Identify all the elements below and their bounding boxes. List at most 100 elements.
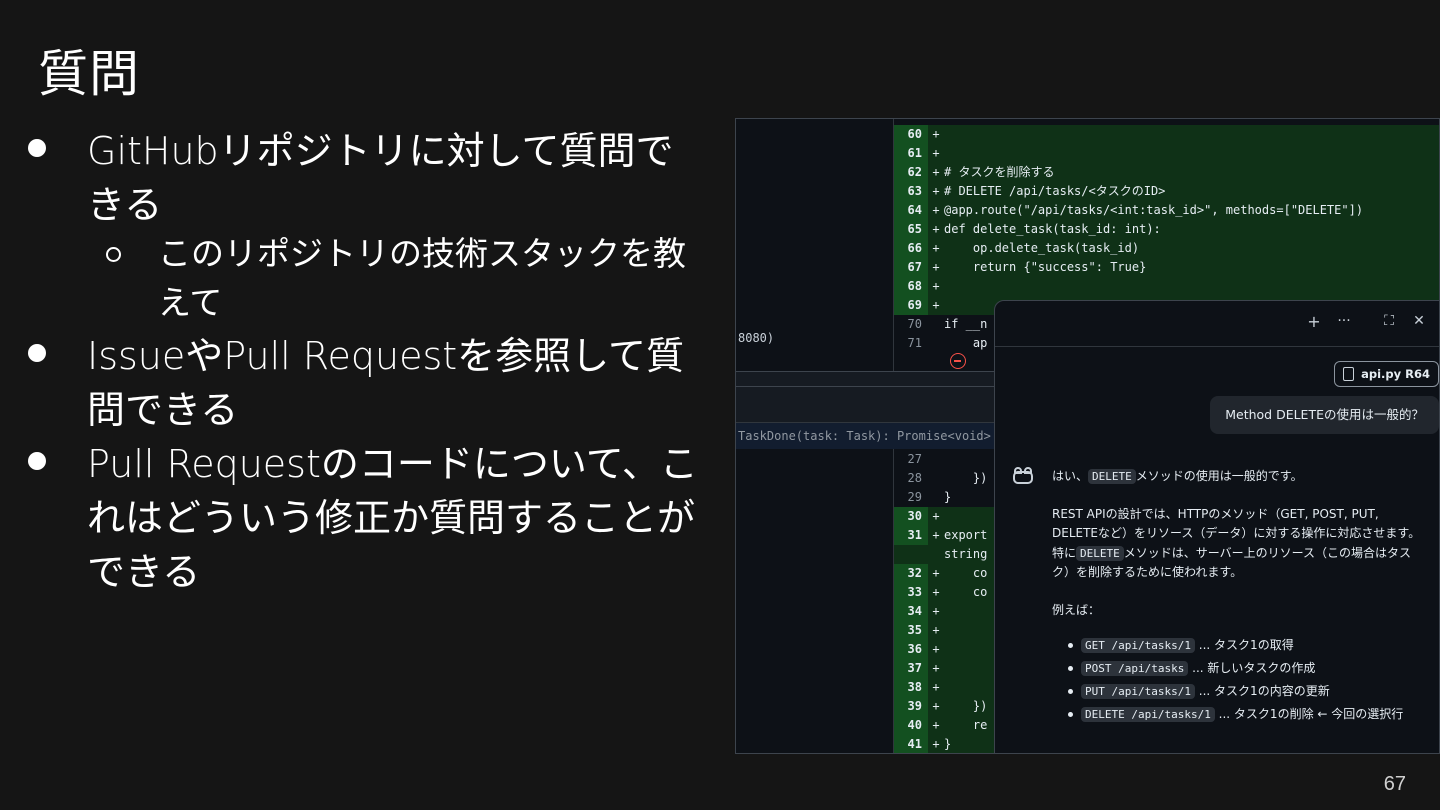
line-number: 65 <box>894 220 928 239</box>
code-token: { <box>1016 260 1031 274</box>
diff-sign: + <box>932 699 940 713</box>
code-keyword: return <box>944 260 1017 274</box>
line-number: 69 <box>894 296 928 315</box>
bullet-text: GitHubリポジトリに対して質問できる <box>87 129 674 227</box>
line-number: 41 <box>894 735 928 753</box>
diff-row[interactable]: 61 + <box>894 144 1439 163</box>
diff-row[interactable]: 65 + def delete_task(task_id: int): <box>894 220 1439 239</box>
bullet-text: IssueやPull Requestを参照して質問できる <box>87 334 685 432</box>
code-token: } <box>944 490 952 504</box>
diff-sign: + <box>932 585 940 599</box>
code-token: "/api/tasks/<int:task_id>" <box>1023 203 1212 217</box>
bullet-item: GitHubリポジトリに対して質問できる <box>24 124 704 232</box>
code-fragment: 8080) <box>738 331 775 345</box>
file-reference-label: api.py R64 <box>1361 367 1430 381</box>
slide-title: 質問 <box>38 45 140 103</box>
code-token: "DELETE" <box>1290 203 1349 217</box>
code-token: @app.route( <box>944 203 1024 217</box>
bullet-dot <box>28 344 46 362</box>
diff-left-column <box>736 449 894 753</box>
chat-toolbar: + ··· ⛶ ✕ <box>995 301 1439 347</box>
page-number: 67 <box>1383 773 1406 795</box>
diff-sign: + <box>932 165 940 179</box>
line-number: 62 <box>894 163 928 182</box>
more-options-icon[interactable]: ··· <box>1333 313 1355 329</box>
inline-code: DELETE <box>1076 545 1124 561</box>
expand-icon[interactable]: ⛶ <box>1378 313 1400 329</box>
answer-paragraph: REST APIの設計では、HTTPのメソッド（GET, POST, PUT, … <box>1052 506 1421 541</box>
new-chat-icon[interactable]: + <box>1303 312 1325 331</box>
code-keyword: export <box>944 528 988 542</box>
code-token: } <box>1139 260 1147 274</box>
diff-row[interactable]: 68 + <box>894 277 1439 296</box>
line-number: 30 <box>894 507 928 526</box>
code-string: "success" <box>1030 260 1096 274</box>
diff-row-selected[interactable]: 64 + @app.route("/api/tasks/<int:task_id>"… <box>894 201 1439 220</box>
diff-sign: + <box>932 260 940 274</box>
line-number: 36 <box>894 640 928 659</box>
line-number: 31 <box>894 526 928 545</box>
close-icon[interactable]: ✕ <box>1408 313 1430 329</box>
line-number: 70 <box>907 317 922 331</box>
diff-row[interactable]: 60 + <box>894 125 1439 144</box>
copilot-answer: はい、 DELETE メソッドの使用は一般的です。 REST APIの設計では、HT… <box>1052 467 1424 728</box>
line-number: 38 <box>894 678 928 697</box>
diff-sign: + <box>932 718 940 732</box>
code-token: ap <box>944 336 988 350</box>
list-item: PUT /api/tasks/1 ... タスク1の内容の更新 <box>1052 682 1424 705</box>
list-item: POST /api/tasks ... 新しいタスクの作成 <box>1052 659 1424 682</box>
diff-sign: + <box>932 737 940 751</box>
line-number: 66 <box>894 239 928 258</box>
line-number: 61 <box>894 144 928 163</box>
answer-text: メソッドの使用は一般的です。 <box>1135 469 1303 483</box>
line-number: 34 <box>894 602 928 621</box>
copilot-icon <box>1012 467 1034 485</box>
diff-row[interactable]: 67 + return {"success": True} <box>894 258 1439 277</box>
diff-row[interactable]: 62 + # タスクを削除する <box>894 163 1439 182</box>
inline-code: DELETE <box>1088 469 1136 484</box>
code-token: op.delete_task(task_id) <box>944 241 1140 255</box>
bullet-list: GitHubリポジトリに対して質問できる このリポジトリの技術スタックを教えて … <box>24 124 704 599</box>
line-number: 35 <box>894 621 928 640</box>
line-number: 29 <box>907 490 922 504</box>
diff-row[interactable]: 63 + # DELETE /api/tasks/<タスクのID> <box>894 182 1439 201</box>
code-function: delete_task <box>972 222 1053 236</box>
bullet-dot <box>28 452 46 470</box>
line-number: 28 <box>907 471 922 485</box>
diff-sign: + <box>932 509 940 523</box>
diff-sign: + <box>932 661 940 675</box>
code-token: } <box>944 737 952 751</box>
diff-sign: + <box>932 184 940 198</box>
line-number: 63 <box>894 182 928 201</box>
example-list: GET /api/tasks/1 ... タスク1の取得 POST /api/t… <box>1052 636 1424 728</box>
file-reference-chip[interactable]: api.py R64 <box>1334 361 1439 387</box>
diff-sign: + <box>932 241 940 255</box>
answer-text: 特に <box>1052 545 1077 560</box>
user-message: Method DELETEの使用は一般的？ <box>1210 396 1439 434</box>
list-item: GET /api/tasks/1 ... タスク1の取得 <box>1052 636 1424 659</box>
remove-comment-icon[interactable] <box>950 353 966 369</box>
code-token: string <box>944 547 988 561</box>
bullet-dot <box>28 139 46 157</box>
code-token: ]) <box>1348 203 1364 217</box>
diff-sign: + <box>932 566 940 580</box>
bullet-item: IssueやPull Requestを参照して質問できる <box>24 329 704 437</box>
line-number: 67 <box>894 258 928 277</box>
line-number: 32 <box>894 564 928 583</box>
list-item-text: ... 新しいタスクの作成 <box>1192 661 1316 675</box>
code-keyword: co <box>944 585 988 599</box>
line-number: 60 <box>894 125 928 144</box>
diff-row[interactable]: 66 + op.delete_task(task_id) <box>894 239 1439 258</box>
bullet-text: Pull Requestのコードについて、これはどういう修正か質問することができ… <box>87 442 698 594</box>
inline-code: DELETE /api/tasks/1 <box>1081 707 1215 722</box>
sub-bullet-item: このリポジトリの技術スタックを教えて <box>24 229 704 327</box>
diff-sign: + <box>932 623 940 637</box>
code-token: }) <box>944 471 988 485</box>
inline-code: PUT /api/tasks/1 <box>1081 684 1195 699</box>
code-token: (task_id: int): <box>1052 222 1161 236</box>
line-number: 39 <box>894 697 928 716</box>
code-comment: # DELETE /api/tasks/<タスクのID> <box>944 184 1166 198</box>
list-item: DELETE /api/tasks/1 ... タスク1の削除 ← 今回の選択行 <box>1052 705 1424 728</box>
code-constant: True <box>1110 260 1140 274</box>
list-item-text: ... タスク1の内容の更新 <box>1198 684 1330 698</box>
